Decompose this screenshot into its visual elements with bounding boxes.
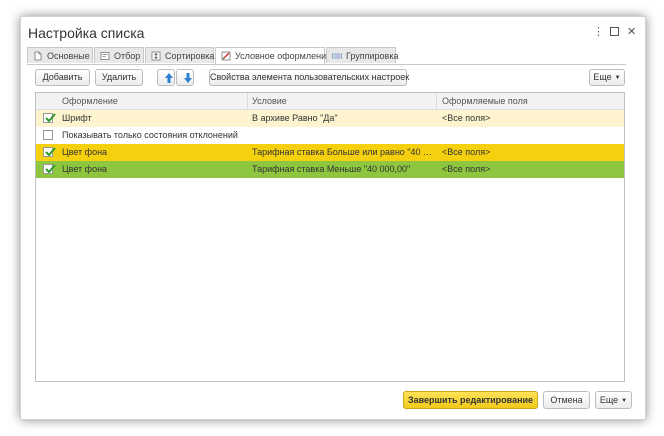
tab-divider — [27, 64, 626, 65]
delete-button[interactable]: Удалить — [95, 69, 143, 86]
dialog-title: Настройка списка — [28, 25, 145, 41]
filter-icon — [100, 52, 110, 60]
cell-fields: <Все поля> — [442, 147, 491, 157]
finish-editing-button[interactable]: Завершить редактирование — [403, 391, 538, 409]
arrow-down-icon — [184, 73, 192, 83]
more-button[interactable]: Еще ▼ — [589, 69, 625, 86]
maximize-icon[interactable] — [610, 25, 619, 40]
tab-grouping[interactable]: Группировка — [326, 47, 399, 63]
cell-formatting: Показывать только состояния отклонений — [62, 130, 238, 140]
table-row[interactable]: Цвет фона Тарифная ставка Меньше "40 000… — [36, 161, 624, 178]
cell-condition: Тарифная ставка Меньше "40 000,00" — [252, 164, 411, 174]
cancel-button[interactable]: Отмена — [543, 391, 590, 409]
arrow-up-icon — [165, 73, 173, 83]
column-header-condition[interactable]: Условие — [252, 93, 287, 109]
caret-down-icon: ▼ — [614, 75, 621, 81]
footer-more-button[interactable]: Еще ▼ — [595, 391, 632, 409]
grouping-icon — [332, 53, 342, 59]
user-settings-properties-button[interactable]: Свойства элемента пользовательских настр… — [209, 69, 409, 86]
checkmark-icon — [45, 164, 56, 174]
document-icon — [34, 51, 42, 61]
table-row[interactable]: Цвет фона Тарифная ставка Больше или рав… — [36, 144, 624, 161]
checkmark-icon — [45, 147, 56, 157]
row-checkbox[interactable] — [43, 164, 56, 174]
brush-icon — [221, 51, 231, 61]
row-checkbox[interactable] — [43, 147, 56, 157]
close-icon[interactable]: ✕ — [627, 25, 636, 39]
more-label: Еще — [593, 72, 612, 82]
more-menu-icon[interactable]: ⋮ — [593, 25, 604, 39]
row-checkbox[interactable] — [43, 130, 53, 140]
cell-condition: Тарифная ставка Больше или равно "40 000… — [252, 147, 432, 157]
title-bar: Настройка списка ⋮ ✕ — [21, 17, 645, 47]
checkmark-icon — [45, 113, 56, 123]
cell-fields: <Все поля> — [442, 164, 491, 174]
cell-formatting: Цвет фона — [62, 147, 108, 157]
column-header-formatting[interactable]: Оформление — [62, 93, 118, 109]
tab-label: Группировка — [346, 51, 399, 61]
settings-dialog: Настройка списка ⋮ ✕ Основные Отбор Сорт… — [20, 16, 646, 420]
caret-down-icon: ▼ — [621, 398, 628, 404]
conditional-formatting-table[interactable]: Оформление Условие Оформляемые поля Шриф… — [35, 92, 625, 382]
table-row[interactable]: Шрифт В архиве Равно "Да" <Все поля> — [36, 110, 624, 127]
cell-formatting: Цвет фона — [62, 164, 108, 174]
move-up-button[interactable] — [157, 69, 175, 86]
sort-icon — [151, 51, 161, 61]
tab-label: Отбор — [114, 51, 141, 61]
move-down-button[interactable] — [176, 69, 194, 86]
add-button[interactable]: Добавить — [35, 69, 90, 86]
tab-label: Условное оформление — [235, 51, 332, 61]
column-separator[interactable] — [436, 93, 437, 109]
cell-fields: <Все поля> — [442, 113, 491, 123]
tab-filter[interactable]: Отбор — [94, 47, 144, 63]
column-header-fields[interactable]: Оформляемые поля — [442, 93, 528, 109]
tab-sort[interactable]: Сортировка — [145, 47, 214, 63]
table-header: Оформление Условие Оформляемые поля — [36, 93, 624, 110]
more-label: Еще — [599, 395, 619, 405]
table-row[interactable]: Показывать только состояния отклонений — [36, 127, 624, 144]
column-separator[interactable] — [247, 93, 248, 109]
row-checkbox[interactable] — [43, 113, 56, 123]
tab-conditional-formatting[interactable]: Условное оформление — [215, 47, 331, 64]
tab-label: Основные — [47, 51, 90, 61]
tab-basic[interactable]: Основные — [27, 47, 93, 63]
cell-formatting: Шрифт — [62, 113, 92, 123]
cell-condition: В архиве Равно "Да" — [252, 113, 338, 123]
tab-label: Сортировка — [165, 51, 215, 61]
